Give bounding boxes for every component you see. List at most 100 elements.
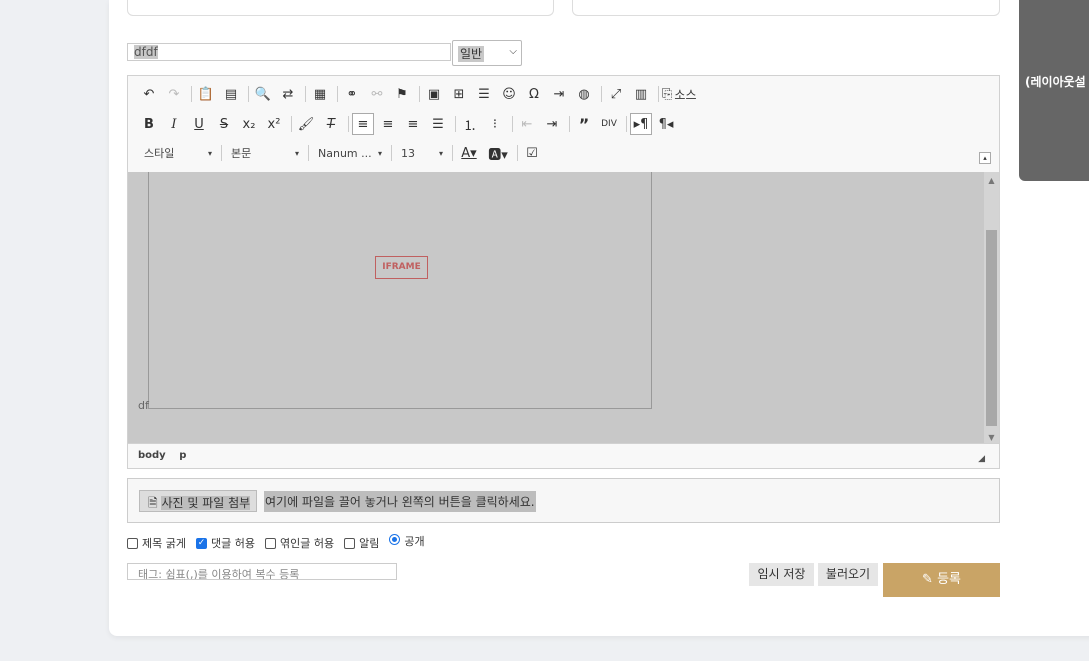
style-combo[interactable]: 스타일 ▾: [138, 142, 218, 164]
remove-format-icon[interactable]: T̶: [320, 113, 342, 135]
tag-input[interactable]: 태그: 쉼표(,)를 이용하여 복수 등록: [127, 563, 397, 580]
caret-icon: ▾: [438, 148, 443, 158]
align-right-icon[interactable]: ≡: [402, 113, 424, 135]
allow-reply-checkbox[interactable]: [264, 537, 276, 549]
toolbar-separator: [221, 145, 222, 161]
font-size-combo[interactable]: 13 ▾: [395, 142, 449, 164]
category-select[interactable]: 일반 ⌵: [452, 40, 522, 66]
allow-reply-label: 엮인글 허용: [279, 537, 335, 550]
scroll-down-icon[interactable]: ▼: [984, 433, 999, 442]
bulleted-list-icon[interactable]: ⁝: [484, 113, 506, 135]
numbered-list-icon[interactable]: ⒈: [459, 113, 481, 135]
image-icon[interactable]: ▣: [423, 83, 445, 105]
load-button[interactable]: 불러오기: [818, 563, 878, 586]
source-icon: ⎘: [662, 86, 673, 102]
indent-icon[interactable]: ⇥: [541, 113, 563, 135]
path-body[interactable]: body: [138, 450, 166, 461]
title-input[interactable]: dfdf: [127, 43, 451, 61]
link-icon[interactable]: ⚭: [341, 83, 363, 105]
iframe-placeholder[interactable]: IFRAME: [148, 172, 652, 409]
toolbar-separator: [419, 86, 420, 102]
toolbar-separator: [191, 86, 192, 102]
toolbar-separator: [337, 86, 338, 102]
toolbar-separator: [305, 86, 306, 102]
toolbar-row-3: 스타일 ▾ 본문 ▾ Nanum ... ▾ 13 ▾ A▾ 🅰▾ ☑: [138, 141, 546, 165]
undo-icon[interactable]: ↶: [138, 83, 160, 105]
pencil-icon: ✎: [922, 572, 933, 587]
align-left-icon[interactable]: ≡: [352, 113, 374, 135]
format-combo[interactable]: 본문 ▾: [225, 142, 305, 164]
smiley-icon[interactable]: ☺: [498, 83, 520, 105]
toolbar-separator: [391, 145, 392, 161]
file-icon: 🗎: [148, 496, 158, 510]
italic-button[interactable]: I: [163, 113, 185, 135]
ltr-icon[interactable]: ▸¶: [630, 113, 652, 135]
allow-reply-option[interactable]: 엮인글 허용: [264, 535, 335, 551]
scroll-up-icon[interactable]: ▲: [984, 176, 999, 185]
paste-icon[interactable]: 📋: [195, 83, 217, 105]
layout-settings-tab[interactable]: (레이아웃설: [1019, 0, 1089, 181]
toolbar-separator: [569, 116, 570, 132]
bold-button[interactable]: B: [138, 113, 160, 135]
bold-title-label: 제목 굵게: [142, 537, 186, 550]
unlink-icon[interactable]: ⚯: [366, 83, 388, 105]
maximize-icon[interactable]: ⤢: [605, 83, 627, 105]
show-blocks-icon[interactable]: ▥: [630, 83, 652, 105]
bold-title-checkbox[interactable]: [127, 537, 138, 549]
outdent-icon[interactable]: ⇤: [516, 113, 538, 135]
table-icon[interactable]: ⊞: [448, 83, 470, 105]
source-button[interactable]: ⎘ 소스: [662, 83, 697, 105]
scrollbar[interactable]: ▲ ▼: [984, 172, 999, 444]
path-p[interactable]: p: [179, 450, 186, 461]
allow-comment-option[interactable]: ✓ 댓글 허용: [195, 535, 255, 551]
bold-title-option[interactable]: 제목 굵게: [127, 535, 186, 551]
temp-save-button[interactable]: 임시 저장: [749, 563, 814, 586]
top-field-right: [572, 0, 1000, 16]
rtl-icon[interactable]: ¶◂: [655, 113, 677, 135]
find-icon[interactable]: 🔍: [252, 83, 274, 105]
notify-option[interactable]: 알림: [344, 535, 379, 551]
scroll-thumb[interactable]: [986, 230, 997, 426]
submit-button[interactable]: ✎ 등록: [883, 563, 1000, 597]
iframe-icon[interactable]: ◍: [573, 83, 595, 105]
collapse-toolbar-icon[interactable]: ▴: [979, 152, 991, 164]
top-field-left: [127, 0, 554, 16]
caret-icon: ▾: [377, 148, 382, 158]
attach-button[interactable]: 🗎 사진 및 파일 첨부: [139, 490, 257, 512]
checkbox-icon[interactable]: ☑: [521, 142, 543, 164]
notify-checkbox[interactable]: [344, 537, 356, 549]
copy-format-icon[interactable]: 🖌: [295, 113, 317, 135]
font-combo[interactable]: Nanum ... ▾: [312, 142, 388, 164]
anchor-icon[interactable]: ⚑: [391, 83, 413, 105]
resize-handle-icon[interactable]: ◢: [978, 454, 985, 464]
underline-button[interactable]: U: [188, 113, 210, 135]
editor-content[interactable]: IFRAME df ▲ ▼: [128, 172, 999, 444]
align-justify-icon[interactable]: ☰: [427, 113, 449, 135]
caret-icon: ▾: [294, 148, 299, 158]
div-container-icon[interactable]: DIV: [598, 113, 620, 135]
public-radio[interactable]: [389, 533, 401, 545]
bg-color-icon[interactable]: 🅰▾: [485, 142, 511, 164]
paste-text-icon[interactable]: ▤: [220, 83, 242, 105]
file-attach-area[interactable]: 🗎 사진 및 파일 첨부 여기에 파일을 끌어 놓거나 왼쪽의 버튼을 클릭하세…: [127, 478, 1000, 523]
special-char-icon[interactable]: Ω: [523, 83, 545, 105]
allow-comment-checkbox[interactable]: ✓: [195, 537, 207, 549]
horizontal-rule-icon[interactable]: ☰: [473, 83, 495, 105]
redo-icon[interactable]: ↷: [163, 83, 185, 105]
side-tab-label: (레이아웃설: [1025, 75, 1086, 89]
toolbar-separator: [248, 86, 249, 102]
toolbar-separator: [291, 116, 292, 132]
superscript-button[interactable]: x²: [263, 113, 285, 135]
source-label: 소스: [674, 87, 697, 102]
blockquote-icon[interactable]: ”: [573, 113, 595, 135]
pagebreak-icon[interactable]: ⇥: [548, 83, 570, 105]
strike-button[interactable]: S: [213, 113, 235, 135]
subscript-button[interactable]: x₂: [238, 113, 260, 135]
text-color-icon[interactable]: A▾: [456, 142, 482, 164]
select-all-icon[interactable]: ▦: [309, 83, 331, 105]
font-combo-value: Nanum ...: [318, 146, 372, 160]
toolbar-separator: [308, 145, 309, 161]
align-center-icon[interactable]: ≡: [377, 113, 399, 135]
public-option[interactable]: 공개: [389, 533, 425, 549]
replace-icon[interactable]: ⇄: [277, 83, 299, 105]
